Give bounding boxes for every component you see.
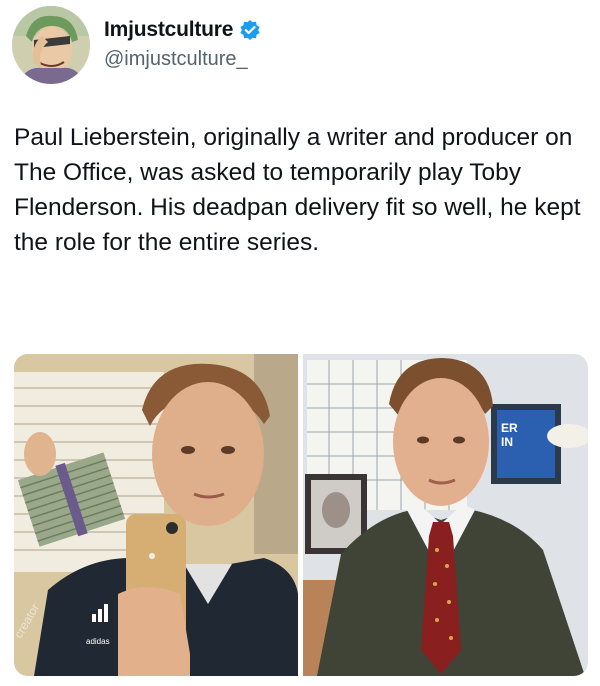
svg-text:ER: ER xyxy=(501,421,518,435)
selfie-photo: adidas xyxy=(14,354,298,676)
media-photo-left[interactable]: adidas creator xyxy=(14,354,298,676)
svg-text:IN: IN xyxy=(501,435,513,449)
tweet-header: Imjustculture @imjustculture_ xyxy=(12,6,588,86)
author-names: Imjustculture @imjustculture_ xyxy=(104,16,261,71)
author-avatar[interactable] xyxy=(12,6,90,84)
verified-badge-icon xyxy=(239,19,261,41)
author-display-name[interactable]: Imjustculture xyxy=(104,18,233,42)
office-portrait-photo: ER IN xyxy=(303,354,588,676)
anime-avatar-icon xyxy=(12,6,90,84)
tweet-text: Paul Lieberstein, originally a writer an… xyxy=(14,124,581,256)
tweet-media: adidas creator ER IN xyxy=(14,354,588,676)
media-photo-right[interactable]: ER IN xyxy=(303,354,588,676)
author-handle[interactable]: @imjustculture_ xyxy=(104,48,261,71)
svg-text:adidas: adidas xyxy=(86,637,110,646)
